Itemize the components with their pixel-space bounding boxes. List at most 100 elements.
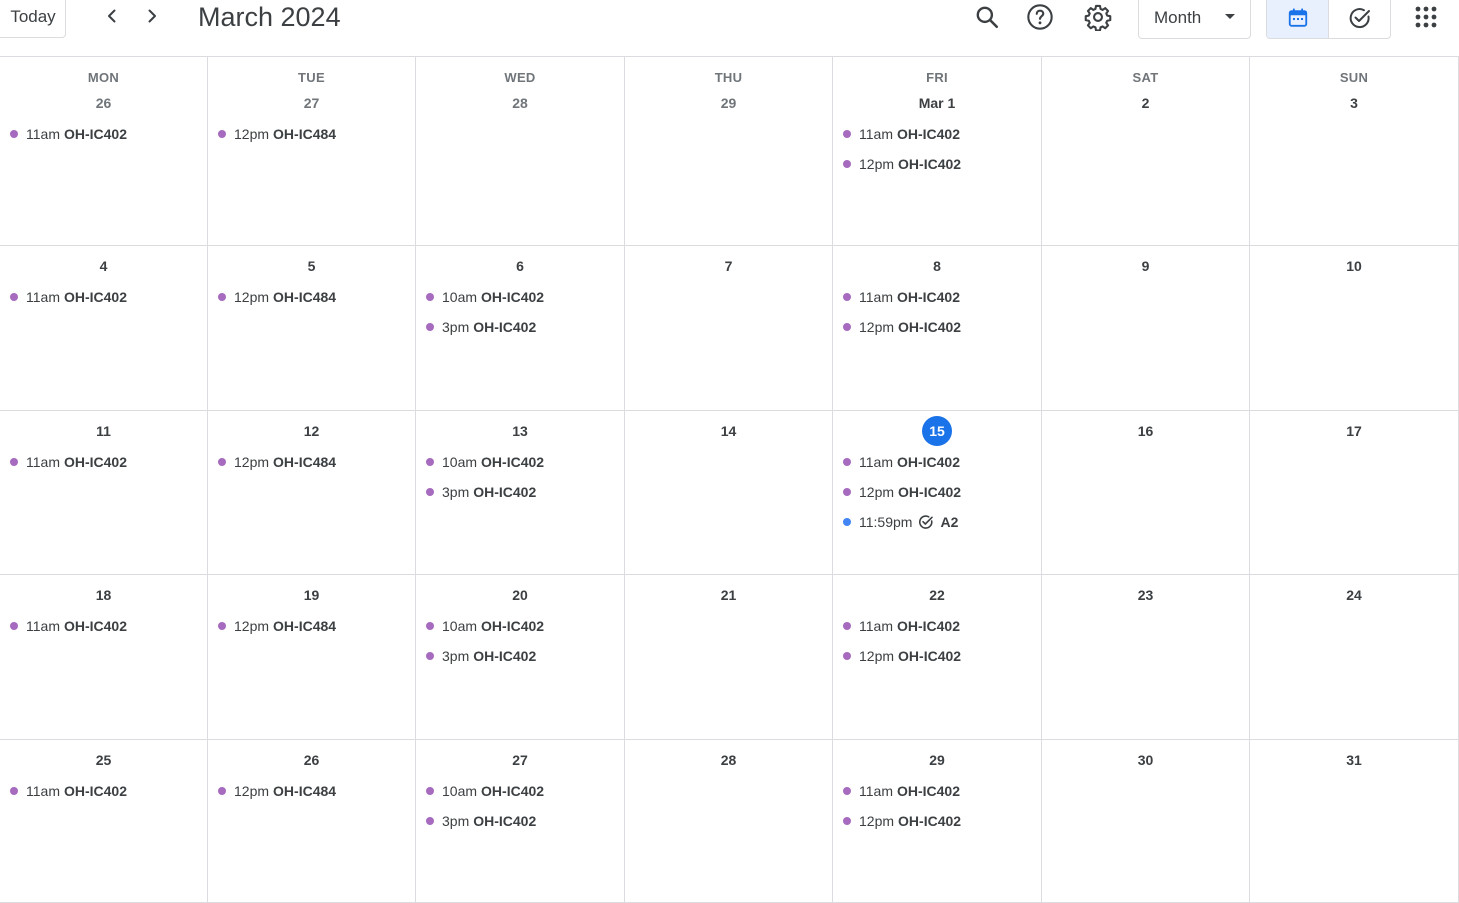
day-number[interactable]: 4 bbox=[0, 251, 207, 281]
event-chip[interactable]: 3pm OH-IC402 bbox=[416, 316, 624, 338]
day-cell[interactable]: 25 11am OH-IC402 bbox=[0, 740, 208, 903]
event-chip[interactable]: 11am OH-IC402 bbox=[0, 286, 207, 308]
tasks-view-toggle[interactable] bbox=[1328, 0, 1390, 38]
day-number[interactable]: 22 bbox=[833, 580, 1041, 610]
day-cell[interactable]: 15 11am OH-IC402 12pm OH-IC402 11:59pm A2 bbox=[833, 411, 1042, 575]
google-apps-button[interactable] bbox=[1409, 0, 1443, 34]
day-cell[interactable]: 20 10am OH-IC402 3pm OH-IC402 bbox=[416, 575, 625, 740]
event-chip[interactable]: 12pm OH-IC484 bbox=[208, 451, 415, 473]
day-number[interactable]: 28 bbox=[625, 745, 832, 775]
day-number[interactable]: 13 bbox=[416, 416, 624, 446]
day-number[interactable]: 30 bbox=[1042, 745, 1249, 775]
day-cell[interactable]: 13 10am OH-IC402 3pm OH-IC402 bbox=[416, 411, 625, 575]
day-cell[interactable]: 28 bbox=[625, 740, 833, 903]
day-number[interactable]: 27 bbox=[416, 745, 624, 775]
day-number[interactable]: 31 bbox=[1250, 745, 1458, 775]
event-chip[interactable]: 10am OH-IC402 bbox=[416, 286, 624, 308]
day-number[interactable]: 18 bbox=[0, 580, 207, 610]
task-chip[interactable]: 11:59pm A2 bbox=[833, 511, 1041, 533]
next-month-button[interactable] bbox=[138, 2, 166, 30]
event-chip[interactable]: 11am OH-IC402 bbox=[833, 123, 1041, 145]
day-cell[interactable]: 8 11am OH-IC402 12pm OH-IC402 bbox=[833, 246, 1042, 411]
event-chip[interactable]: 12pm OH-IC402 bbox=[833, 316, 1041, 338]
event-chip[interactable]: 3pm OH-IC402 bbox=[416, 481, 624, 503]
event-chip[interactable]: 11am OH-IC402 bbox=[833, 615, 1041, 637]
previous-month-button[interactable] bbox=[98, 2, 126, 30]
event-chip[interactable]: 11am OH-IC402 bbox=[0, 451, 207, 473]
day-number[interactable]: 29 bbox=[625, 88, 832, 118]
day-number[interactable]: 27 bbox=[208, 88, 415, 118]
day-number[interactable]: 10 bbox=[1250, 251, 1458, 281]
search-button[interactable] bbox=[970, 0, 1004, 34]
day-number[interactable]: 7 bbox=[625, 251, 832, 281]
day-number[interactable]: 24 bbox=[1250, 580, 1458, 610]
day-number[interactable]: 23 bbox=[1042, 580, 1249, 610]
day-cell[interactable]: 17 bbox=[1250, 411, 1459, 575]
event-chip[interactable]: 10am OH-IC402 bbox=[416, 451, 624, 473]
view-switcher-dropdown[interactable]: Month bbox=[1138, 0, 1251, 39]
day-cell[interactable]: 12 12pm OH-IC484 bbox=[208, 411, 416, 575]
day-cell[interactable]: SAT 2 bbox=[1042, 57, 1250, 246]
day-number[interactable]: 2 bbox=[1042, 88, 1249, 118]
day-cell[interactable]: SUN 3 bbox=[1250, 57, 1459, 246]
event-chip[interactable]: 11am OH-IC402 bbox=[0, 780, 207, 802]
day-number[interactable]: 16 bbox=[1042, 416, 1249, 446]
day-cell[interactable]: 6 10am OH-IC402 3pm OH-IC402 bbox=[416, 246, 625, 411]
day-number[interactable]: 26 bbox=[208, 745, 415, 775]
day-number[interactable]: 9 bbox=[1042, 251, 1249, 281]
day-cell[interactable]: THU 29 bbox=[625, 57, 833, 246]
day-cell[interactable]: 18 11am OH-IC402 bbox=[0, 575, 208, 740]
day-cell[interactable]: 26 12pm OH-IC484 bbox=[208, 740, 416, 903]
day-number[interactable]: 14 bbox=[625, 416, 832, 446]
calendar-view-toggle[interactable] bbox=[1267, 0, 1328, 38]
event-chip[interactable]: 12pm OH-IC484 bbox=[208, 286, 415, 308]
day-cell[interactable]: 10 bbox=[1250, 246, 1459, 411]
day-number[interactable]: 8 bbox=[833, 251, 1041, 281]
event-chip[interactable]: 10am OH-IC402 bbox=[416, 615, 624, 637]
event-chip[interactable]: 11am OH-IC402 bbox=[833, 780, 1041, 802]
event-chip[interactable]: 12pm OH-IC484 bbox=[208, 123, 415, 145]
day-number[interactable]: 3 bbox=[1250, 88, 1458, 118]
day-cell[interactable]: 22 11am OH-IC402 12pm OH-IC402 bbox=[833, 575, 1042, 740]
day-number[interactable]: 6 bbox=[416, 251, 624, 281]
day-cell[interactable]: FRI Mar 1 11am OH-IC402 12pm OH-IC402 bbox=[833, 57, 1042, 246]
event-chip[interactable]: 11am OH-IC402 bbox=[833, 451, 1041, 473]
day-number[interactable]: 12 bbox=[208, 416, 415, 446]
day-cell[interactable]: 19 12pm OH-IC484 bbox=[208, 575, 416, 740]
settings-button[interactable] bbox=[1081, 0, 1115, 34]
day-number[interactable]: 17 bbox=[1250, 416, 1458, 446]
today-button[interactable]: Today bbox=[0, 0, 66, 38]
day-cell[interactable]: TUE 27 12pm OH-IC484 bbox=[208, 57, 416, 246]
day-number[interactable]: Mar 1 bbox=[833, 88, 1041, 118]
event-chip[interactable]: 12pm OH-IC484 bbox=[208, 615, 415, 637]
event-chip[interactable]: 12pm OH-IC484 bbox=[208, 780, 415, 802]
day-cell[interactable]: 27 10am OH-IC402 3pm OH-IC402 bbox=[416, 740, 625, 903]
day-cell[interactable]: 7 bbox=[625, 246, 833, 411]
event-chip[interactable]: 12pm OH-IC402 bbox=[833, 645, 1041, 667]
event-chip[interactable]: 11am OH-IC402 bbox=[0, 123, 207, 145]
day-number[interactable]: 21 bbox=[625, 580, 832, 610]
event-chip[interactable]: 3pm OH-IC402 bbox=[416, 810, 624, 832]
event-chip[interactable]: 12pm OH-IC402 bbox=[833, 481, 1041, 503]
day-cell[interactable]: 16 bbox=[1042, 411, 1250, 575]
day-number[interactable]: 5 bbox=[208, 251, 415, 281]
event-chip[interactable]: 11am OH-IC402 bbox=[0, 615, 207, 637]
day-number[interactable]: 25 bbox=[0, 745, 207, 775]
day-cell[interactable]: 24 bbox=[1250, 575, 1459, 740]
day-number[interactable]: 19 bbox=[208, 580, 415, 610]
day-cell[interactable]: 21 bbox=[625, 575, 833, 740]
day-cell[interactable]: 4 11am OH-IC402 bbox=[0, 246, 208, 411]
day-number[interactable]: 28 bbox=[416, 88, 624, 118]
day-cell[interactable]: 5 12pm OH-IC484 bbox=[208, 246, 416, 411]
day-number[interactable]: 29 bbox=[833, 745, 1041, 775]
event-chip[interactable]: 10am OH-IC402 bbox=[416, 780, 624, 802]
event-chip[interactable]: 12pm OH-IC402 bbox=[833, 810, 1041, 832]
day-cell[interactable]: 23 bbox=[1042, 575, 1250, 740]
day-number[interactable]: 20 bbox=[416, 580, 624, 610]
help-button[interactable] bbox=[1023, 0, 1057, 34]
day-number[interactable]: 11 bbox=[0, 416, 207, 446]
event-chip[interactable]: 12pm OH-IC402 bbox=[833, 153, 1041, 175]
day-cell[interactable]: MON 26 11am OH-IC402 bbox=[0, 57, 208, 246]
day-cell[interactable]: 14 bbox=[625, 411, 833, 575]
event-chip[interactable]: 3pm OH-IC402 bbox=[416, 645, 624, 667]
